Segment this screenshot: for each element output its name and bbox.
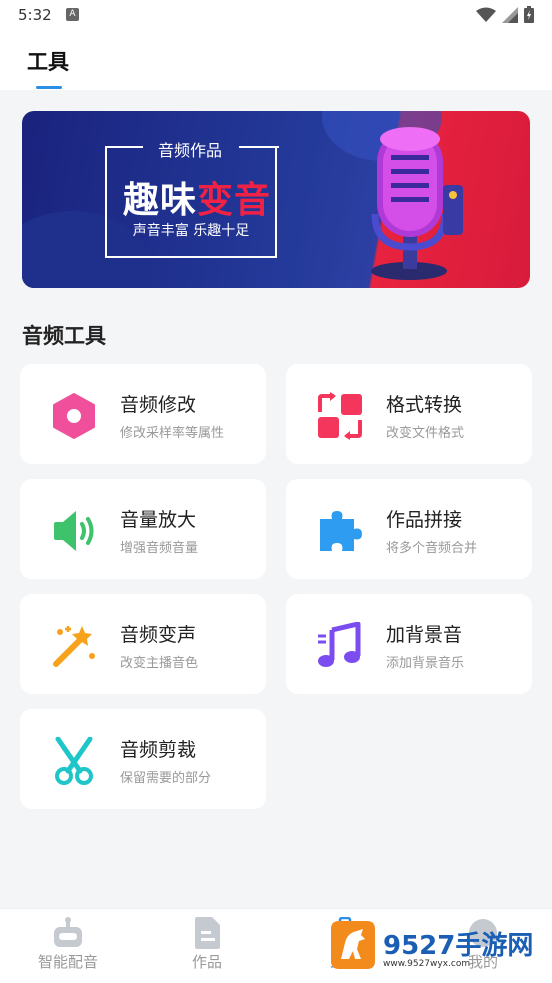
tool-card-trim[interactable]: 音频剪裁 保留需要的部分	[20, 709, 266, 809]
tool-card-volume-boost[interactable]: 音量放大 增强音频音量	[20, 479, 266, 579]
status-bar: 5:32 A	[0, 0, 552, 30]
promo-banner[interactable]: 音频作品 趣味变音 声音丰富 乐趣十足	[22, 111, 530, 288]
magic-wand-icon	[53, 626, 95, 667]
signal-icon	[502, 6, 518, 23]
convert-icon	[318, 392, 362, 440]
nav-label: 作品	[191, 953, 222, 971]
robot-icon	[54, 917, 82, 947]
tool-title: 音频剪裁	[120, 739, 197, 761]
tool-desc: 保留需要的部分	[120, 771, 212, 786]
notification-icon: A	[66, 8, 79, 21]
nav-label: 智能配音	[37, 953, 98, 971]
music-note-icon	[318, 622, 361, 667]
tool-title: 音频修改	[120, 394, 197, 416]
status-icons	[476, 6, 534, 23]
tool-desc: 增强音频音量	[120, 541, 199, 556]
tool-card-format-convert[interactable]: 格式转换 改变文件格式	[286, 364, 532, 464]
banner-headline-red: 变音	[197, 180, 272, 221]
tool-card-background-music[interactable]: 加背景音 添加背景音乐	[286, 594, 532, 694]
wifi-icon	[476, 7, 496, 22]
banner-headline-white: 趣味	[122, 180, 197, 221]
battery-icon	[524, 6, 534, 23]
tab-indicator	[36, 86, 62, 89]
watermark-url: www.9527wyx.com	[383, 959, 471, 969]
tool-desc: 改变主播音色	[120, 656, 199, 671]
tool-title: 加背景音	[386, 624, 463, 646]
horse-logo-icon	[331, 921, 375, 969]
top-tab-bar: 工具	[0, 30, 552, 90]
banner-subtitle: 声音丰富 乐趣十足	[132, 223, 250, 239]
tab-tools[interactable]: 工具	[27, 46, 69, 76]
tool-card-merge[interactable]: 作品拼接 将多个音频合并	[286, 479, 532, 579]
puzzle-icon	[320, 511, 362, 551]
microphone-icon	[371, 127, 463, 280]
tool-desc: 添加背景音乐	[386, 656, 465, 671]
tool-card-voice-change[interactable]: 音频变声 改变主播音色	[20, 594, 266, 694]
speaker-icon	[54, 511, 94, 551]
document-icon	[195, 917, 220, 949]
tool-title: 格式转换	[386, 394, 463, 416]
tool-title: 音频变声	[120, 624, 197, 646]
banner-small-text: 音频作品	[157, 141, 222, 160]
nav-item-works[interactable]: 作品	[167, 917, 247, 972]
banner-headline: 趣味变音	[92, 171, 302, 223]
banner-frame-line	[105, 146, 143, 148]
banner-frame-line	[239, 146, 279, 148]
status-time: 5:32	[18, 6, 52, 24]
section-title: 音频工具	[22, 324, 106, 348]
tool-title: 音量放大	[120, 509, 197, 531]
watermark: 9527手游网 www.9527wyx.com	[325, 915, 547, 977]
nav-item-dubbing[interactable]: 智能配音	[28, 917, 108, 972]
watermark-text: 9527手游网	[383, 931, 534, 961]
tool-card-audio-edit[interactable]: 音频修改 修改采样率等属性	[20, 364, 266, 464]
scissors-icon	[55, 737, 93, 785]
tool-desc: 改变文件格式	[386, 426, 465, 441]
hexagon-icon	[53, 393, 95, 439]
tool-desc: 修改采样率等属性	[120, 426, 225, 441]
tool-title: 作品拼接	[386, 509, 463, 531]
tool-desc: 将多个音频合并	[386, 541, 478, 556]
